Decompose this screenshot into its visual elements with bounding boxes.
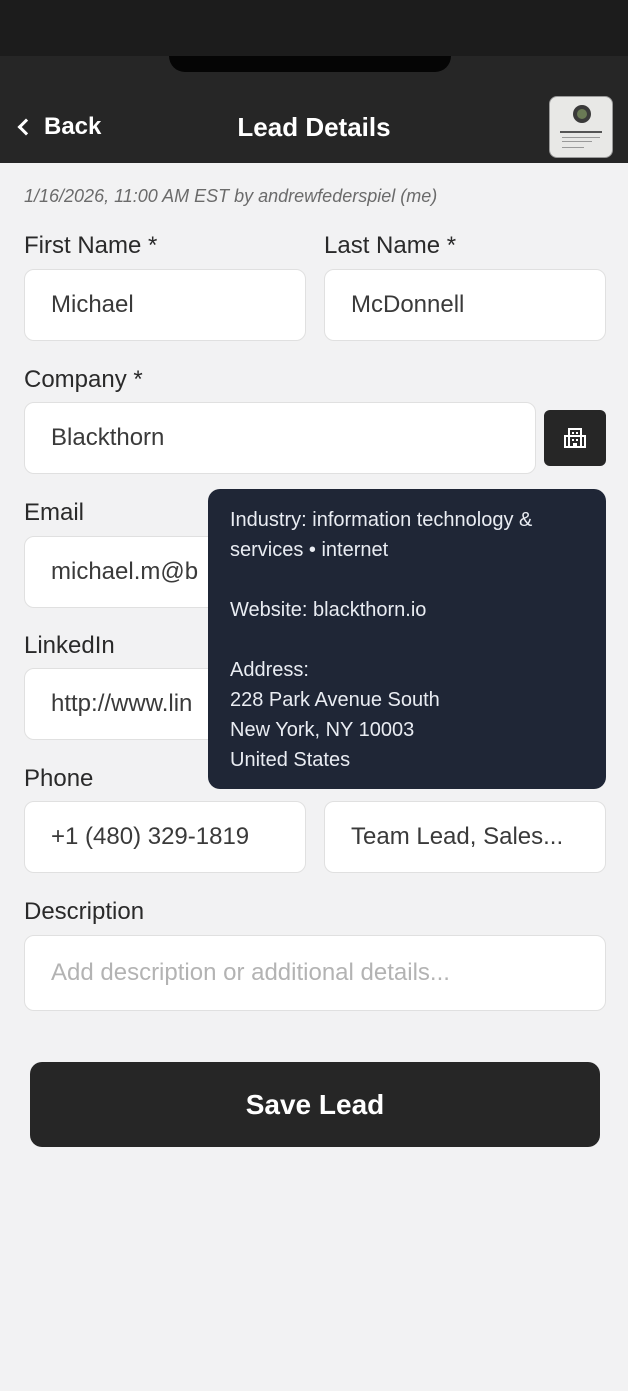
popup-industry: Industry: information technology & servi…	[230, 509, 533, 561]
description-label: Description	[24, 898, 145, 925]
save-lead-button[interactable]: Save Lead	[30, 1062, 600, 1147]
email-label: Email	[24, 499, 85, 526]
phone-label: Phone	[24, 765, 94, 792]
building-icon	[564, 428, 586, 448]
first-name-label: First Name *	[24, 232, 158, 259]
device-notch	[169, 56, 451, 72]
back-button[interactable]: Back	[16, 110, 101, 144]
status-bar	[0, 0, 628, 56]
popup-address-line2: New York, NY 10003	[230, 719, 415, 741]
company-info-popover: Industry: information technology & servi…	[208, 489, 606, 789]
popup-address-label: Address:	[230, 659, 309, 681]
company-label: Company *	[24, 366, 143, 393]
company-lookup-button[interactable]	[544, 410, 606, 466]
company-field[interactable]: Blackthorn	[24, 402, 536, 474]
phone-field[interactable]: +1 (480) 329-1819	[24, 801, 306, 873]
popup-address-line3: United States	[230, 749, 351, 771]
last-name-label: Last Name *	[324, 232, 457, 259]
popup-address-line1: 228 Park Avenue South	[230, 689, 440, 711]
created-meta: 1/16/2026, 11:00 AM EST by andrewfedersp…	[24, 186, 438, 206]
business-card-thumbnail[interactable]	[549, 96, 613, 158]
back-label: Back	[44, 113, 102, 140]
card-photo	[573, 105, 591, 123]
popup-website: Website: blackthorn.io	[230, 599, 427, 621]
last-name-field[interactable]: McDonnell	[324, 269, 606, 341]
linkedin-label: LinkedIn	[24, 632, 115, 659]
title-field[interactable]: Team Lead, Sales...	[324, 801, 606, 873]
first-name-field[interactable]: Michael	[24, 269, 306, 341]
chevron-left-icon	[17, 118, 35, 136]
description-field[interactable]: Add description or additional details...	[24, 935, 606, 1011]
